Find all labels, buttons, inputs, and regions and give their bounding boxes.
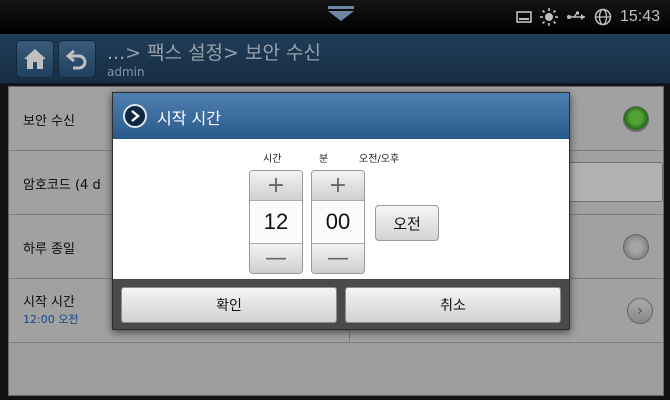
ampm-toggle-button[interactable]: 오전 <box>375 205 439 241</box>
dialog-footer: 확인 취소 <box>113 279 569 329</box>
minute-increase-button[interactable]: + <box>312 171 364 201</box>
dialog-title: 시작 시간 <box>157 109 221 128</box>
hour-increase-button[interactable]: + <box>250 171 302 201</box>
hour-stepper: + 12 — <box>249 170 303 274</box>
start-time-dialog: 시작 시간 시간 분 오전/오후 + 12 — + 00 — 오전 확인 취소 <box>112 92 570 330</box>
cancel-button[interactable]: 취소 <box>345 287 561 323</box>
hour-value[interactable]: 12 <box>250 201 302 243</box>
hour-column-label: 시간 <box>263 154 282 165</box>
minute-stepper: + 00 — <box>311 170 365 274</box>
hour-decrease-button[interactable]: — <box>250 243 302 273</box>
minute-decrease-button[interactable]: — <box>312 243 364 273</box>
ampm-column-label: 오전/오후 <box>359 154 400 165</box>
chevron-right-icon <box>123 104 147 128</box>
ok-button[interactable]: 확인 <box>121 287 337 323</box>
dialog-title-bar: 시작 시간 <box>113 93 569 139</box>
minute-column-label: 분 <box>319 154 329 165</box>
minute-value[interactable]: 00 <box>312 201 364 243</box>
